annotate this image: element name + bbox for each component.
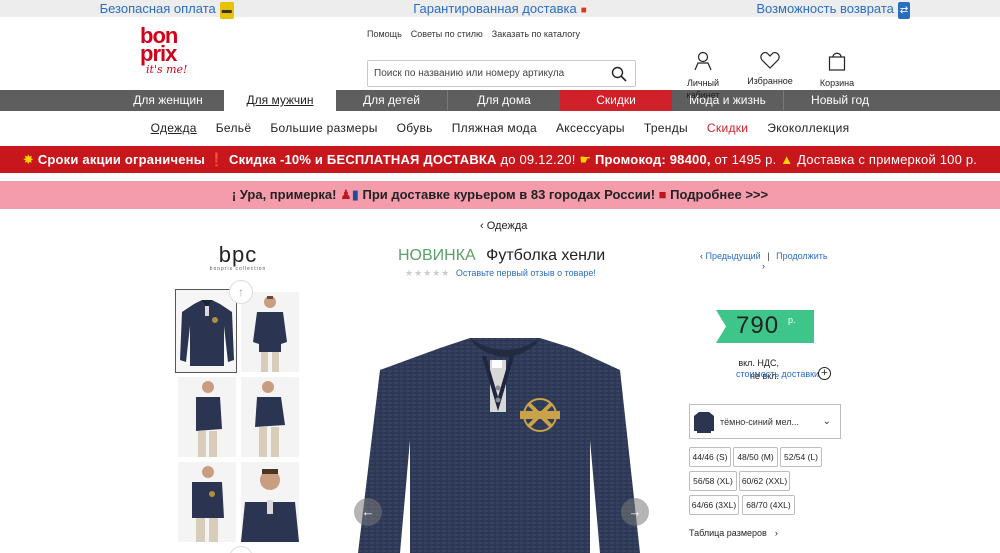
bag-icon	[828, 52, 846, 71]
size-option[interactable]: 52/54 (L)	[780, 447, 822, 467]
main-product-image[interactable]	[340, 330, 660, 553]
style-tips-link[interactable]: Советы по стилю	[411, 29, 483, 39]
subnav-beachwear[interactable]: Пляжная мода	[452, 111, 537, 146]
heart-icon	[760, 51, 780, 69]
henley-shirt-image	[358, 338, 640, 553]
thumbnail-2[interactable]	[241, 292, 299, 372]
price-currency: р.	[788, 315, 796, 325]
benefits-bar: Безопасная оплата ▬ Гарантированная доста…	[0, 0, 1000, 19]
size-option[interactable]: 68/70 (4XL)	[742, 495, 795, 515]
size-option[interactable]: 56/58 (XL)	[689, 471, 737, 491]
benefit-secure-payment[interactable]: Безопасная оплата ▬	[0, 0, 333, 19]
thumbnail-5[interactable]	[178, 462, 236, 542]
chevron-left-icon: ‹	[480, 220, 487, 232]
main-nav: Для женщин Для мужчин Для детей Для дома…	[0, 90, 1000, 111]
search-icon[interactable]	[611, 66, 627, 82]
size-option[interactable]: 48/50 (M)	[733, 447, 778, 467]
prev-image-button[interactable]: ←	[354, 498, 382, 526]
rating-stars-icon: ★★★★★	[405, 268, 451, 278]
thumbnail-3[interactable]	[178, 377, 236, 457]
next-image-button[interactable]: →	[621, 498, 649, 526]
boom-icon: ✸	[22, 152, 34, 167]
arrow-right-icon: →	[628, 504, 642, 519]
product-title: НОВИНКА Футболка хенли	[398, 247, 606, 264]
truck-icon: ■	[658, 187, 667, 202]
subnav-plus-sizes[interactable]: Большие размеры	[270, 111, 377, 146]
arrow-left-icon: ←	[361, 504, 375, 519]
subnav-underwear[interactable]: Бельё	[216, 111, 252, 146]
thumbnail-4[interactable]	[241, 377, 299, 457]
size-option[interactable]: 64/66 (3XL)	[689, 495, 739, 515]
subnav-shoes[interactable]: Обувь	[397, 111, 433, 146]
account-button[interactable]: Личный кабинет	[683, 51, 723, 101]
subnav-sale[interactable]: Скидки	[707, 111, 748, 146]
model-side-image	[178, 377, 236, 457]
bonprix-logo[interactable]: bon prix it's me!	[140, 25, 190, 87]
chevron-down-icon: ⌄	[822, 416, 831, 427]
subnav-trends[interactable]: Тренды	[644, 111, 688, 146]
sub-nav: Одежда Бельё Большие размеры Обувь Пляжн…	[0, 111, 1000, 146]
nav-home[interactable]: Для дома	[448, 90, 560, 111]
help-link[interactable]: Помощь	[367, 29, 402, 39]
user-icon	[694, 51, 712, 71]
top-links: Помощь Советы по стилю Заказать по катал…	[367, 29, 580, 39]
thumbnails-up-button[interactable]: ↑	[229, 280, 253, 304]
nav-kids[interactable]: Для детей	[336, 90, 448, 111]
breadcrumb[interactable]: ‹ Одежда	[480, 220, 527, 232]
model-closeup-image	[241, 462, 299, 542]
product-pager: ‹ Предыдущий | Продолжить ›	[700, 251, 828, 271]
cart-button[interactable]: Корзина	[817, 51, 857, 89]
book-icon: ▮	[351, 187, 359, 202]
new-badge: НОВИНКА	[398, 247, 476, 264]
color-swatch	[693, 409, 715, 435]
search-box	[367, 60, 636, 87]
header: bon prix it's me! Помощь Советы по стилю…	[0, 17, 1000, 101]
color-selector[interactable]: тёмно-синий мел... ⌄	[689, 404, 841, 439]
chevron-right-icon: ›	[762, 261, 765, 271]
model-jacket-image	[241, 377, 299, 457]
thumbnails-down-button[interactable]	[229, 546, 253, 553]
size-option[interactable]: 44/46 (S)	[689, 447, 731, 467]
catalog-order-link[interactable]: Заказать по каталогу	[492, 29, 580, 39]
thumbnail-6[interactable]	[241, 462, 299, 542]
size-option[interactable]: 60/62 (XXL)	[739, 471, 790, 491]
subnav-eco[interactable]: Экоколлекция	[767, 111, 849, 146]
sweater-flat-image	[176, 290, 236, 372]
subnav-clothing[interactable]: Одежда	[151, 111, 197, 146]
search-input[interactable]	[368, 61, 598, 86]
nav-men[interactable]: Для мужчин	[224, 90, 336, 111]
chevron-right-icon: ›	[774, 528, 778, 538]
first-review-link[interactable]: Оставьте первый отзыв о товаре!	[456, 268, 596, 278]
favorites-button[interactable]: Избранное	[746, 51, 794, 87]
nav-women[interactable]: Для женщин	[112, 90, 224, 111]
arrow-up-icon: ↑	[238, 285, 244, 299]
dress-icon: ♟	[340, 187, 352, 202]
benefit-guaranteed-delivery[interactable]: Гарантированная доставка ■	[333, 0, 666, 17]
model-pose-image	[178, 462, 236, 542]
hand-icon: ☛	[579, 152, 592, 167]
brand-logo[interactable]: bpc bonprix collection	[200, 244, 276, 273]
shipping-cost-link[interactable]: стоимость доставки	[736, 369, 819, 379]
review-row: ★★★★★ Оставьте первый отзыв о товаре!	[405, 268, 596, 279]
exclamation-icon: ❗	[208, 152, 226, 167]
party-icon: ▲	[780, 152, 794, 167]
plus-icon[interactable]: +	[818, 367, 831, 380]
benefit-return[interactable]: Возможность возврата ⇄	[667, 0, 1000, 19]
prev-product-link[interactable]: Предыдущий	[706, 251, 761, 261]
thumbnail-1[interactable]	[175, 289, 237, 373]
promo-banner-fitting[interactable]: ¡ Ура, примерка! ♟▮ При доставке курьеро…	[0, 181, 1000, 209]
nav-new-year[interactable]: Новый год	[784, 90, 896, 111]
next-product-link[interactable]: Продолжить	[776, 251, 827, 261]
subnav-accessories[interactable]: Аксессуары	[556, 111, 625, 146]
nav-sale[interactable]: Скидки	[560, 90, 672, 111]
model-front-image	[241, 292, 299, 372]
promo-banner-discount[interactable]: ✸ Сроки акции ограничены ❗ Скидка -10% и…	[0, 146, 1000, 173]
price-value: 790	[736, 312, 780, 339]
size-table-link[interactable]: Таблица размеров ›	[689, 528, 778, 538]
price-tag: 790 р.	[716, 310, 814, 343]
